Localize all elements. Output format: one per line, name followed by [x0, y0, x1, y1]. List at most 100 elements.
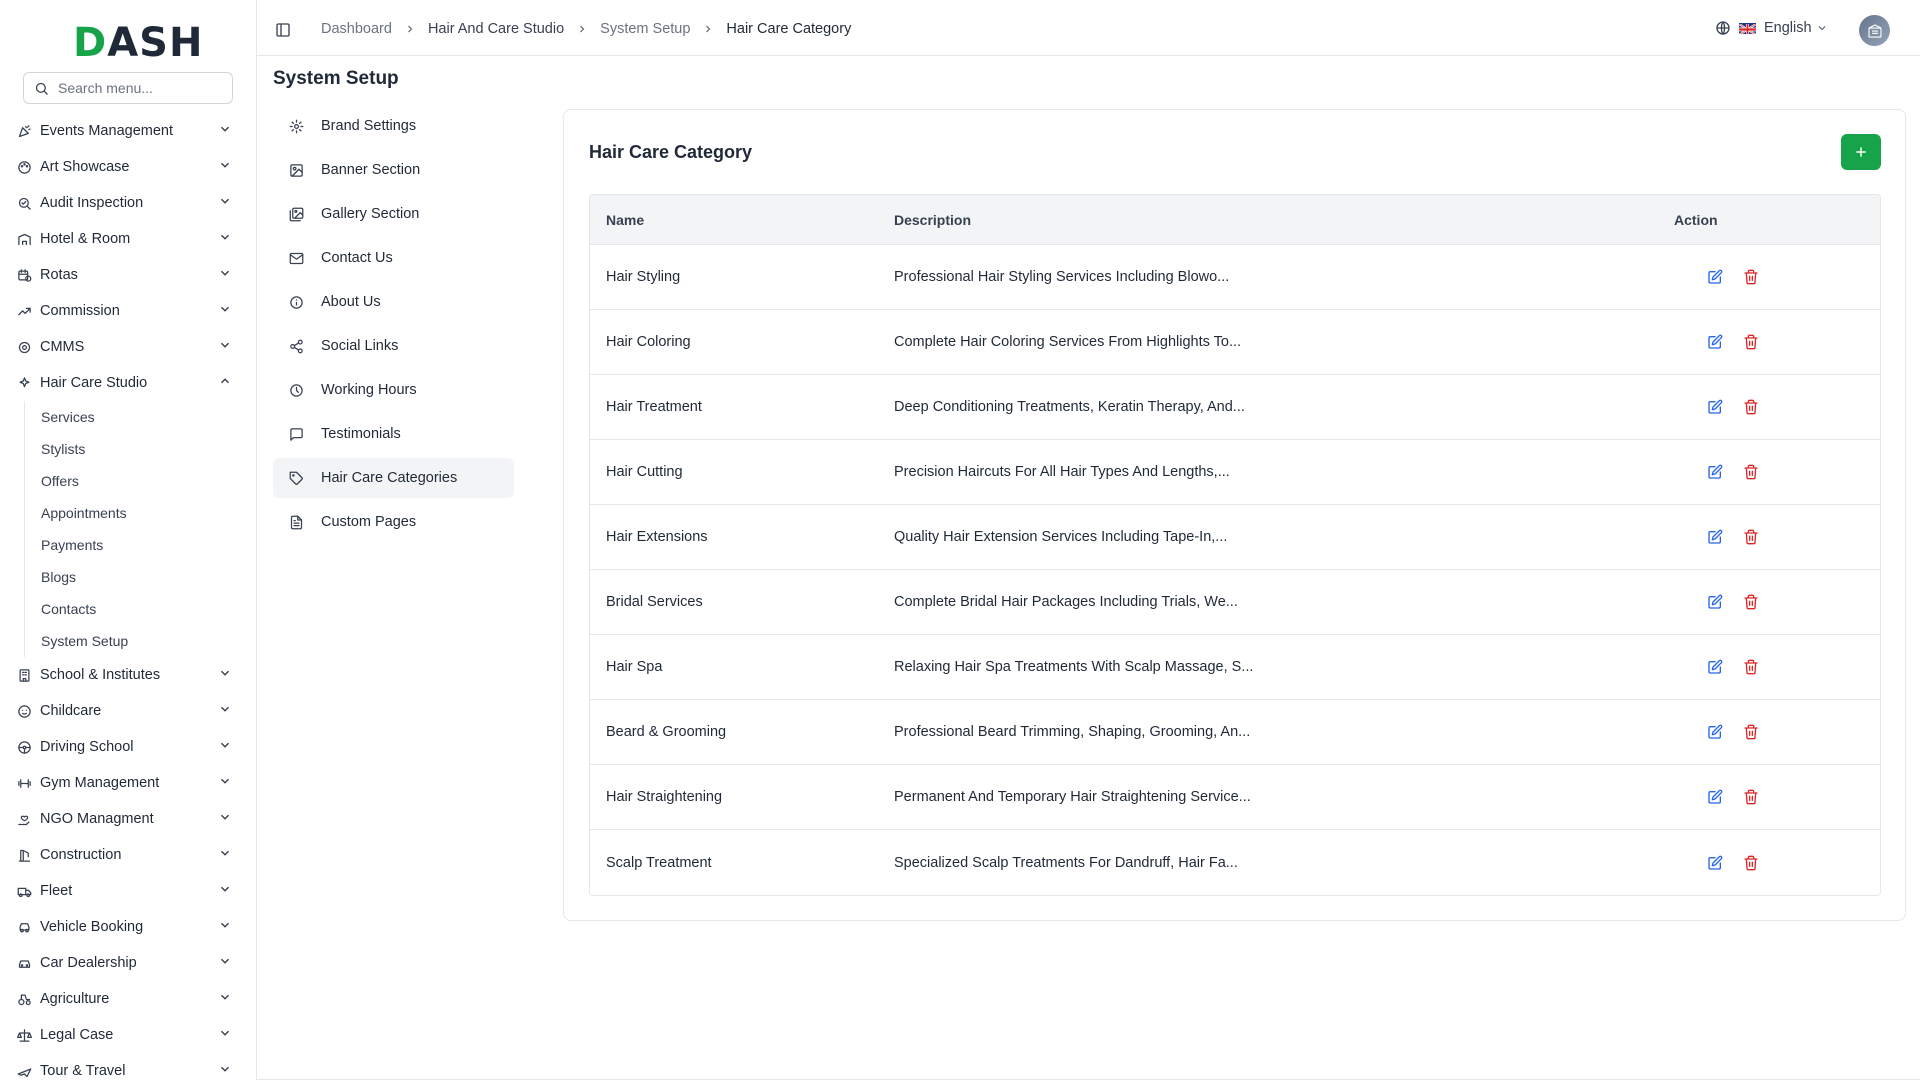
- building-icon: [16, 667, 32, 683]
- sidebar-item-gym-management[interactable]: Gym Management: [0, 765, 256, 801]
- cell-actions: [1674, 657, 1761, 677]
- trash-icon[interactable]: [1741, 853, 1761, 873]
- setup-nav-brand-settings[interactable]: Brand Settings: [273, 106, 514, 146]
- sidebar-item-childcare[interactable]: Childcare: [0, 693, 256, 729]
- cell-actions: [1674, 722, 1761, 742]
- cell-name: Hair Extensions: [606, 529, 708, 545]
- column-description[interactable]: Description: [894, 212, 1674, 228]
- sidebar-item-events-management[interactable]: Events Management: [0, 113, 256, 149]
- search-box[interactable]: [23, 72, 233, 104]
- edit-icon[interactable]: [1705, 592, 1725, 612]
- avatar[interactable]: [1859, 15, 1890, 46]
- sidebar-item-label: Gym Management: [40, 775, 160, 791]
- breadcrumb-dashboard[interactable]: Dashboard: [321, 21, 392, 37]
- setup-nav-label: Banner Section: [321, 162, 421, 178]
- sidebar-item-agriculture[interactable]: Agriculture: [0, 981, 256, 1017]
- sidebar-subitem-blogs[interactable]: Blogs: [41, 561, 256, 593]
- sidebar-subitem-contacts[interactable]: Contacts: [41, 593, 256, 625]
- chevron-down-icon: [218, 266, 232, 284]
- sidebar-subitem-offers[interactable]: Offers: [41, 465, 256, 497]
- language-selector[interactable]: English: [1715, 20, 1828, 36]
- hotel-icon: [16, 231, 32, 247]
- cell-description: Professional Beard Trimming, Shaping, Gr…: [894, 724, 1251, 740]
- edit-icon[interactable]: [1705, 397, 1725, 417]
- setup-nav-contact-us[interactable]: Contact Us: [273, 238, 514, 278]
- edit-icon[interactable]: [1705, 787, 1725, 807]
- edit-icon[interactable]: [1705, 657, 1725, 677]
- trash-icon[interactable]: [1741, 332, 1761, 352]
- sidebar-subitem-services[interactable]: Services: [41, 401, 256, 433]
- sidebar-item-fleet[interactable]: Fleet: [0, 873, 256, 909]
- trash-icon[interactable]: [1741, 397, 1761, 417]
- cell-name: Scalp Treatment: [606, 854, 712, 871]
- globe-icon: [1716, 21, 1730, 35]
- setup-nav-custom-pages[interactable]: Custom Pages: [273, 502, 514, 542]
- table-header: Name Description Action: [590, 195, 1880, 245]
- edit-icon[interactable]: [1705, 267, 1725, 287]
- sidebar-item-rotas[interactable]: Rotas: [0, 257, 256, 293]
- brand-logo[interactable]: DASH: [73, 20, 203, 66]
- sidebar-item-audit-inspection[interactable]: Audit Inspection: [0, 185, 256, 221]
- setup-nav-testimonials[interactable]: Testimonials: [273, 414, 514, 454]
- edit-icon[interactable]: [1705, 332, 1725, 352]
- trash-icon[interactable]: [1741, 722, 1761, 742]
- setup-nav-gallery-section[interactable]: Gallery Section: [273, 194, 514, 234]
- trash-icon[interactable]: [1741, 267, 1761, 287]
- sidebar-subitem-system-setup[interactable]: System Setup: [41, 625, 256, 657]
- sidebar-item-label: Rotas: [40, 267, 78, 283]
- sidebar-item-tour-travel[interactable]: Tour & Travel: [0, 1053, 256, 1080]
- table-row: Hair Spa Relaxing Hair Spa Treatments Wit…: [590, 635, 1880, 700]
- truck-icon: [16, 883, 32, 899]
- trash-icon[interactable]: [1741, 787, 1761, 807]
- setup-nav-hair-care-categories[interactable]: Hair Care Categories: [273, 458, 514, 498]
- chevron-down-icon: [218, 230, 232, 248]
- setup-nav-banner-section[interactable]: Banner Section: [273, 150, 514, 190]
- sidebar-toggle-icon[interactable]: [275, 22, 291, 38]
- sidebar-item-vehicle-booking[interactable]: Vehicle Booking: [0, 909, 256, 945]
- sidebar-item-legal-case[interactable]: Legal Case: [0, 1017, 256, 1053]
- search-check-icon: [16, 195, 32, 211]
- images-icon: [289, 206, 305, 222]
- category-table: Name Description Action Hair Styling Prof…: [589, 194, 1881, 896]
- sidebar-item-ngo-managment[interactable]: NGO Managment: [0, 801, 256, 837]
- sidebar-item-label: Construction: [40, 847, 122, 863]
- column-name[interactable]: Name: [590, 212, 894, 228]
- edit-icon[interactable]: [1705, 527, 1725, 547]
- sidebar-item-label: Events Management: [40, 123, 173, 139]
- setup-nav-working-hours[interactable]: Working Hours: [273, 370, 514, 410]
- sidebar-item-school-institutes[interactable]: School & Institutes: [0, 657, 256, 693]
- chevron-down-icon: [218, 194, 232, 212]
- edit-icon[interactable]: [1705, 462, 1725, 482]
- search-input[interactable]: [58, 80, 208, 96]
- sidebar-item-driving-school[interactable]: Driving School: [0, 729, 256, 765]
- cell-actions: [1674, 397, 1761, 417]
- edit-icon[interactable]: [1705, 722, 1725, 742]
- edit-icon[interactable]: [1705, 853, 1725, 873]
- sidebar-item-construction[interactable]: Construction: [0, 837, 256, 873]
- trash-icon[interactable]: [1741, 462, 1761, 482]
- sidebar-subitem-appointments[interactable]: Appointments: [41, 497, 256, 529]
- sidebar-item-hotel-room[interactable]: Hotel & Room: [0, 221, 256, 257]
- sidebar-subitem-payments[interactable]: Payments: [41, 529, 256, 561]
- setup-nav-about-us[interactable]: About Us: [273, 282, 514, 322]
- setup-nav-social-links[interactable]: Social Links: [273, 326, 514, 366]
- sidebar-subitem-stylists[interactable]: Stylists: [41, 433, 256, 465]
- chevron-down-icon: [218, 702, 232, 720]
- setup-nav: Brand Settings Banner Section Gallery Sect…: [273, 106, 514, 546]
- sidebar-item-car-dealership[interactable]: Car Dealership: [0, 945, 256, 981]
- table-row: Hair Straightening Permanent And Temporar…: [590, 765, 1880, 830]
- sidebar-item-art-showcase[interactable]: Art Showcase: [0, 149, 256, 185]
- trash-icon[interactable]: [1741, 657, 1761, 677]
- sidebar-item-cmms[interactable]: CMMS: [0, 329, 256, 365]
- sidebar-item-commission[interactable]: Commission: [0, 293, 256, 329]
- sidebar-item-hair-care-studio[interactable]: Hair Care Studio: [0, 365, 256, 401]
- breadcrumb-system-setup[interactable]: System Setup: [600, 21, 690, 37]
- trash-icon[interactable]: [1741, 527, 1761, 547]
- top-header: Dashboard Hair And Care Studio System Se…: [257, 0, 1920, 56]
- tractor-icon: [16, 991, 32, 1007]
- breadcrumb-studio[interactable]: Hair And Care Studio: [428, 21, 564, 37]
- chevron-down-icon: [218, 302, 232, 320]
- trash-icon[interactable]: [1741, 592, 1761, 612]
- chevron-down-icon: [218, 882, 232, 900]
- add-category-button[interactable]: [1841, 134, 1881, 170]
